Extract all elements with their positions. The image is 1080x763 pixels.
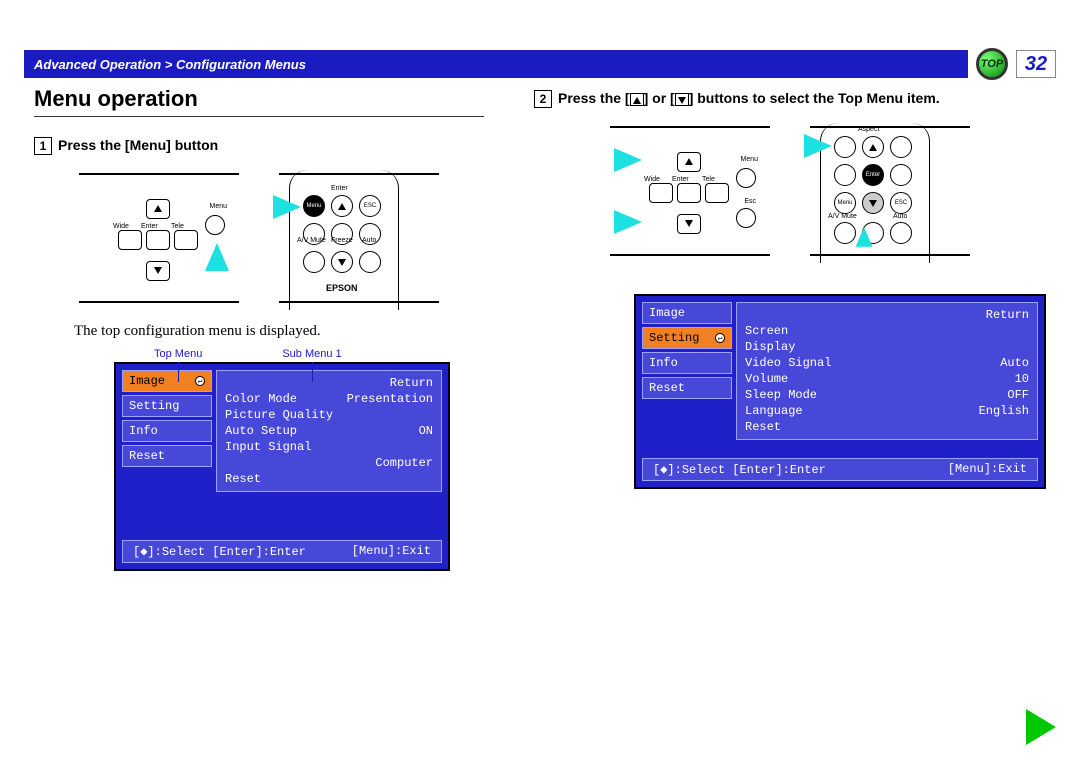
osd-sub-menu: Return Screen Display Video SignalAuto V… [736,302,1038,440]
highlight-arrow-icon [614,210,642,234]
wide-label: Wide [644,176,660,183]
up-arrow-icon [633,97,641,104]
hardware-diagram-row: Menu Wide Enter Tele Menu ESC [34,173,484,303]
down-arrow-icon [678,97,686,104]
remote-avmute-button-icon [834,222,856,244]
remote-diagram: Menu ESC A/V Mute Freeze Auto EPSON Ente… [279,173,439,303]
osd-top-item: Info [642,352,732,374]
enter-icon: ↵ [195,376,205,386]
osd-footer-right: [Menu]:Exit [352,544,431,559]
remote-esc-button-icon: ESC [890,192,912,214]
menu-button-icon [205,215,225,235]
remote-diagram: Enter Menu ESC Aspect A/V Mute Auto [810,126,970,256]
osd-footer-right: [Menu]:Exit [948,462,1027,477]
osd-top-item: Reset [122,445,212,467]
body-text: The top configuration menu is displayed. [74,323,484,340]
enter-button-icon [146,230,170,250]
osd-top-item: Image [642,302,732,324]
remote-down-button-icon [331,251,353,273]
osd-top-item: Image↵ [122,370,212,392]
highlight-arrow-icon [856,227,873,247]
menu-button-icon [736,168,756,188]
remote-vol-down-icon [303,251,325,273]
osd-sub-menu: Return Color ModePresentation Picture Qu… [216,370,442,492]
freeze-label: Freeze [331,237,353,244]
left-button-icon [118,230,142,250]
remote-aspect-button-icon [834,136,856,158]
auto-label: Auto [893,213,907,220]
enter-button-icon [677,183,701,203]
highlight-arrow-icon [614,148,642,172]
right-button-icon [174,230,198,250]
avmute-label: A/V Mute [297,237,326,244]
remote-left-button-icon [834,164,856,186]
avmute-label: A/V Mute [828,213,857,220]
remote-right-button-icon [890,164,912,186]
step-2-number: 2 [534,90,552,108]
remote-esc-button-icon: ESC [359,195,381,217]
highlight-arrow-icon [273,195,301,219]
enter-label: Enter [672,176,689,183]
tele-label: Tele [171,223,184,230]
osd-footer-left: [◆]:Select [Enter]:Enter [653,462,826,477]
osd-top-item: Setting [122,395,212,417]
osd-top-menu: Image Setting↵ Info Reset [642,302,732,440]
step-1-number: 1 [34,137,52,155]
step-1: 1 Press the [Menu] button [34,137,484,155]
sub-menu-label: Sub Menu 1 [282,348,341,360]
down-button-icon [677,214,701,234]
left-button-icon [649,183,673,203]
enter-icon: ↵ [715,333,725,343]
remote-down-button-icon [862,192,884,214]
wide-label: Wide [113,223,129,230]
breadcrumb: Advanced Operation > Configuration Menus [24,50,968,78]
page-number: 32 [1016,50,1056,78]
remote-menu-button-icon: Menu [303,195,325,217]
esc-label: Esc [744,198,756,205]
step-1-text: Press the [Menu] button [58,137,218,153]
menu-label: Menu [209,203,227,210]
aspect-label: Aspect [858,126,879,133]
remote-up-button-icon [862,136,884,158]
highlight-arrow-icon [205,243,229,271]
up-button-icon [677,152,701,172]
osd-top-item: Info [122,420,212,442]
remote-enter-label: Enter [331,185,348,192]
menu-label: Menu [740,156,758,163]
osd-top-item: Reset [642,377,732,399]
osd-annotation-labels: Top Menu Sub Menu 1 [154,348,484,360]
top-menu-label: Top Menu [154,348,202,360]
osd-screenshot-1: Image↵ Setting Info Reset Return Color M… [114,362,450,571]
page-header: Advanced Operation > Configuration Menus… [24,50,1056,78]
osd-top-menu: Image↵ Setting Info Reset [122,370,212,492]
enter-label: Enter [141,223,158,230]
remote-menu-button-icon: Menu [834,192,856,214]
section-title: Menu operation [34,86,484,117]
remote-auto-button-icon [890,222,912,244]
remote-blank-button-icon [890,136,912,158]
right-button-icon [705,183,729,203]
auto-label: Auto [362,237,376,244]
osd-screenshot-2: Image Setting↵ Info Reset Return Screen … [634,294,1046,489]
remote-up-button-icon [331,195,353,217]
step-2-text: Press the [] or [] buttons to select the… [558,90,940,106]
esc-button-icon [736,208,756,228]
down-button-icon [146,261,170,281]
highlight-arrow-icon [804,134,832,158]
control-panel-diagram: Menu Esc Wide Enter Tele [610,126,770,256]
osd-top-item: Setting↵ [642,327,732,349]
next-page-arrow-icon[interactable] [1026,709,1056,745]
tele-label: Tele [702,176,715,183]
remote-vol-up-icon [359,251,381,273]
up-button-icon [146,199,170,219]
brand-label: EPSON [326,283,358,293]
hardware-diagram-row: Menu Esc Wide Enter Tele Enter Menu ESC [534,126,1046,256]
osd-footer-left: [◆]:Select [Enter]:Enter [133,544,306,559]
remote-enter-button-icon: Enter [862,164,884,186]
step-2: 2 Press the [] or [] buttons to select t… [534,90,1046,108]
top-icon[interactable]: TOP [976,48,1008,80]
control-panel-diagram: Menu Wide Enter Tele [79,173,239,303]
